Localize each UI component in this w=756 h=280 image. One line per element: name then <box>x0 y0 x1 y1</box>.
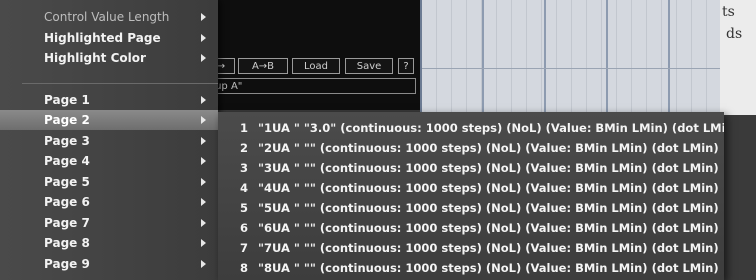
menu-item-page-4[interactable]: Page 4 <box>0 151 218 171</box>
background-right-strip <box>724 115 756 280</box>
menu-item-label: Control Value Length <box>44 10 170 24</box>
menu-item-label: Page 2 <box>44 113 90 127</box>
control-number: 3 <box>240 161 249 175</box>
background-grid-editor <box>420 0 722 115</box>
menu-item-page-5[interactable]: Page 5 <box>0 172 218 192</box>
menu-item-page-7[interactable]: Page 7 <box>0 213 218 233</box>
control-description: "3UA " "" (continuous: 1000 steps) (NoL)… <box>258 161 719 175</box>
submenu-arrow-icon <box>201 219 206 227</box>
menu-item-page-8[interactable]: Page 8 <box>0 233 218 253</box>
submenu-item-control-5[interactable]: 5 "5UA " "" (continuous: 1000 steps) (No… <box>218 198 724 218</box>
submenu-arrow-icon <box>201 137 206 145</box>
control-description: "4UA " "" (continuous: 1000 steps) (NoL)… <box>258 181 719 195</box>
control-number: 5 <box>240 201 249 215</box>
submenu-item-control-4[interactable]: 4 "4UA " "" (continuous: 1000 steps) (No… <box>218 178 724 198</box>
setup-name-field[interactable]: etup A" <box>200 78 416 94</box>
control-description: "7UA " "" (continuous: 1000 steps) (NoL)… <box>258 241 719 255</box>
menu-item-label: Page 4 <box>44 154 90 168</box>
menu-item-page-2[interactable]: Page 2 <box>0 110 218 130</box>
control-description: "1UA " "3.0" (continuous: 1000 steps) (N… <box>258 121 724 135</box>
submenu-arrow-icon <box>201 54 206 62</box>
context-menu: Control Value Length Highlighted Page Hi… <box>0 0 218 280</box>
menu-item-highlight-color[interactable]: Highlight Color <box>0 48 218 68</box>
control-description: "5UA " "" (continuous: 1000 steps) (NoL)… <box>258 201 719 215</box>
submenu-arrow-icon <box>201 198 206 206</box>
background-text-fragment: ts <box>722 4 735 20</box>
submenu-item-control-1[interactable]: 1 "1UA " "3.0" (continuous: 1000 steps) … <box>218 118 724 138</box>
menu-item-label: Page 6 <box>44 195 90 209</box>
menu-item-label: Page 8 <box>44 236 90 250</box>
page-2-submenu: 1 "1UA " "3.0" (continuous: 1000 steps) … <box>218 112 724 280</box>
submenu-item-control-7[interactable]: 7 "7UA " "" (continuous: 1000 steps) (No… <box>218 238 724 258</box>
menu-item-label: Page 9 <box>44 257 90 271</box>
copy-a-to-b-button[interactable]: A→B <box>238 58 288 74</box>
menu-separator <box>22 83 218 84</box>
submenu-item-control-8[interactable]: 8 "8UA " "" (continuous: 1000 steps) (No… <box>218 258 724 278</box>
menu-item-label: Highlight Color <box>44 51 146 65</box>
submenu-arrow-icon <box>201 96 206 104</box>
control-number: 6 <box>240 221 249 235</box>
menu-item-page-9[interactable]: Page 9 <box>0 254 218 274</box>
submenu-arrow-icon <box>201 13 206 21</box>
control-number: 7 <box>240 241 249 255</box>
submenu-item-control-6[interactable]: 6 "6UA " "" (continuous: 1000 steps) (No… <box>218 218 724 238</box>
background-text-fragment: ds <box>726 26 743 42</box>
control-number: 4 <box>240 181 249 195</box>
menu-item-label: Page 3 <box>44 134 90 148</box>
control-description: "2UA " "" (continuous: 1000 steps) (NoL)… <box>258 141 719 155</box>
submenu-arrow-icon <box>201 157 206 165</box>
submenu-arrow-icon <box>201 116 206 124</box>
menu-item-page-1[interactable]: Page 1 <box>0 90 218 110</box>
control-description: "8UA " "" (continuous: 1000 steps) (NoL)… <box>258 261 719 275</box>
menu-item-control-value-length[interactable]: Control Value Length <box>0 7 218 27</box>
submenu-arrow-icon <box>201 34 206 42</box>
menu-item-highlighted-page[interactable]: Highlighted Page <box>0 28 218 48</box>
menu-item-label: Page 7 <box>44 216 90 230</box>
submenu-arrow-icon <box>201 239 206 247</box>
save-button[interactable]: Save <box>345 58 393 74</box>
control-number: 8 <box>240 261 249 275</box>
menu-item-page-6[interactable]: Page 6 <box>0 192 218 212</box>
submenu-item-control-3[interactable]: 3 "3UA " "" (continuous: 1000 steps) (No… <box>218 158 724 178</box>
menu-item-label: Highlighted Page <box>44 31 161 45</box>
control-number: 2 <box>240 141 249 155</box>
control-description: "6UA " "" (continuous: 1000 steps) (NoL)… <box>258 221 719 235</box>
menu-item-label: Page 5 <box>44 175 90 189</box>
submenu-arrow-icon <box>201 260 206 268</box>
load-button[interactable]: Load <box>292 58 340 74</box>
submenu-arrow-icon <box>201 178 206 186</box>
control-number: 1 <box>240 121 249 135</box>
submenu-item-control-2[interactable]: 2 "2UA " "" (continuous: 1000 steps) (No… <box>218 138 724 158</box>
menu-item-label: Page 1 <box>44 93 90 107</box>
menu-item-page-3[interactable]: Page 3 <box>0 131 218 151</box>
help-button[interactable]: ? <box>398 58 414 74</box>
